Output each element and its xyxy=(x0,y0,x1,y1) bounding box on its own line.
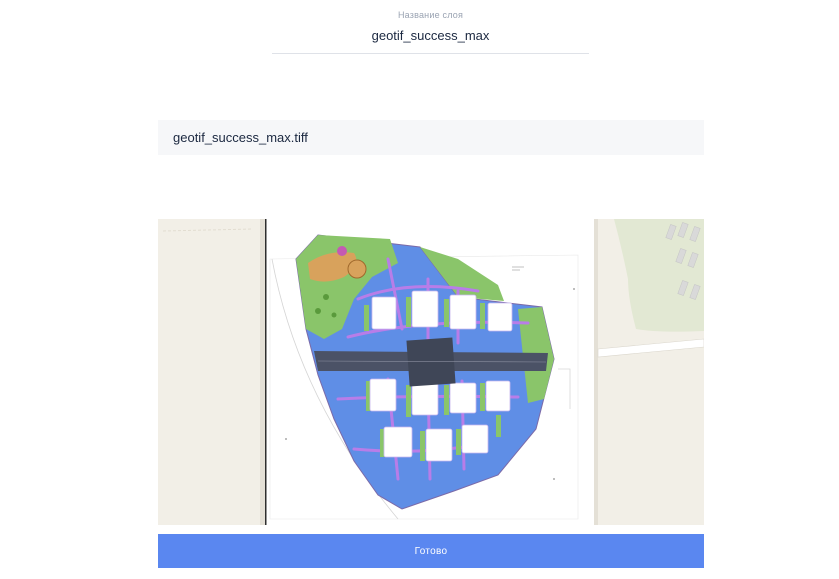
file-name-field[interactable]: geotif_success_max.tiff xyxy=(158,120,704,155)
basemap-left xyxy=(158,219,266,525)
done-button[interactable]: Готово xyxy=(158,534,704,568)
site-plan-overlay-image xyxy=(158,219,704,525)
layer-name-value[interactable]: geotif_success_max xyxy=(272,28,589,43)
layer-name-field[interactable]: Название слоя geotif_success_max xyxy=(272,0,589,54)
basemap-boundary-line xyxy=(265,219,267,525)
basemap-road-strip xyxy=(260,219,265,525)
central-square xyxy=(406,337,456,387)
geotiff-preview-map[interactable] xyxy=(158,219,704,525)
layer-name-label: Название слоя xyxy=(397,10,464,20)
